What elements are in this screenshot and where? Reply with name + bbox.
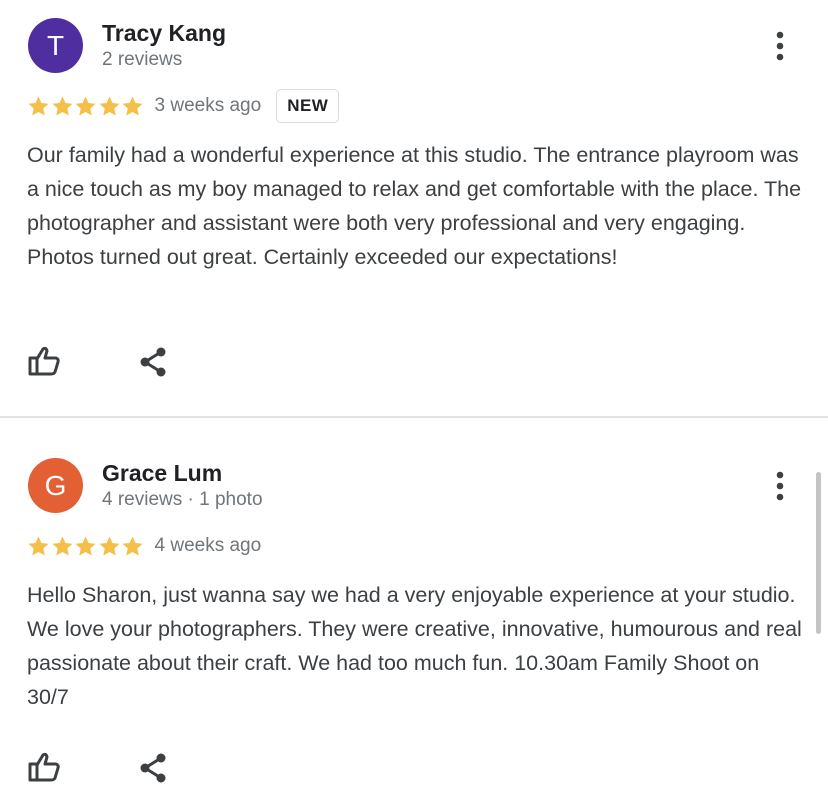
review-text: Hello Sharon, just wanna say we had a ve… [27,583,802,709]
rating-row: 3 weeks ago NEW [27,89,340,123]
new-badge: NEW [276,89,340,123]
share-icon[interactable] [133,748,173,788]
rating-row: 4 weeks ago [27,530,261,562]
star-rating [27,95,145,118]
thumbs-up-icon[interactable] [24,748,64,788]
avatar-initial: T [46,30,65,61]
star-rating [27,535,145,558]
reviewer-name[interactable]: Grace Lum [102,460,222,487]
reviewer-name[interactable]: Tracy Kang [102,20,226,47]
reviewer-meta: 2 reviews [102,49,183,70]
thumbs-up-icon[interactable] [24,342,64,382]
scrollbar-thumb[interactable] [816,472,821,634]
star-icon [98,95,120,116]
star-icon [51,535,73,556]
review-text: Our family had a wonderful experience at… [27,143,802,269]
star-icon [75,95,96,116]
star-icon [28,95,49,116]
review-time: 3 weeks ago [154,95,262,116]
avatar-initial: G [44,470,67,501]
avatar[interactable]: T [28,18,83,73]
review-time: 4 weeks ago [154,535,262,556]
more-vert-icon[interactable] [766,468,794,504]
more-vert-icon[interactable] [766,28,794,64]
star-icon [28,535,49,556]
review-card: G Grace Lum 4 reviews · 1 photo 4 weeks … [0,418,828,806]
star-icon [75,535,96,556]
avatar[interactable]: G [28,458,83,513]
star-icon [122,535,143,556]
star-icon [122,95,143,116]
share-icon[interactable] [133,342,173,382]
star-icon [98,535,120,556]
reviewer-meta: 4 reviews · 1 photo [102,489,263,510]
star-icon [51,95,73,116]
review-card: T Tracy Kang 2 reviews 3 weeks ago NEW O… [0,0,828,416]
